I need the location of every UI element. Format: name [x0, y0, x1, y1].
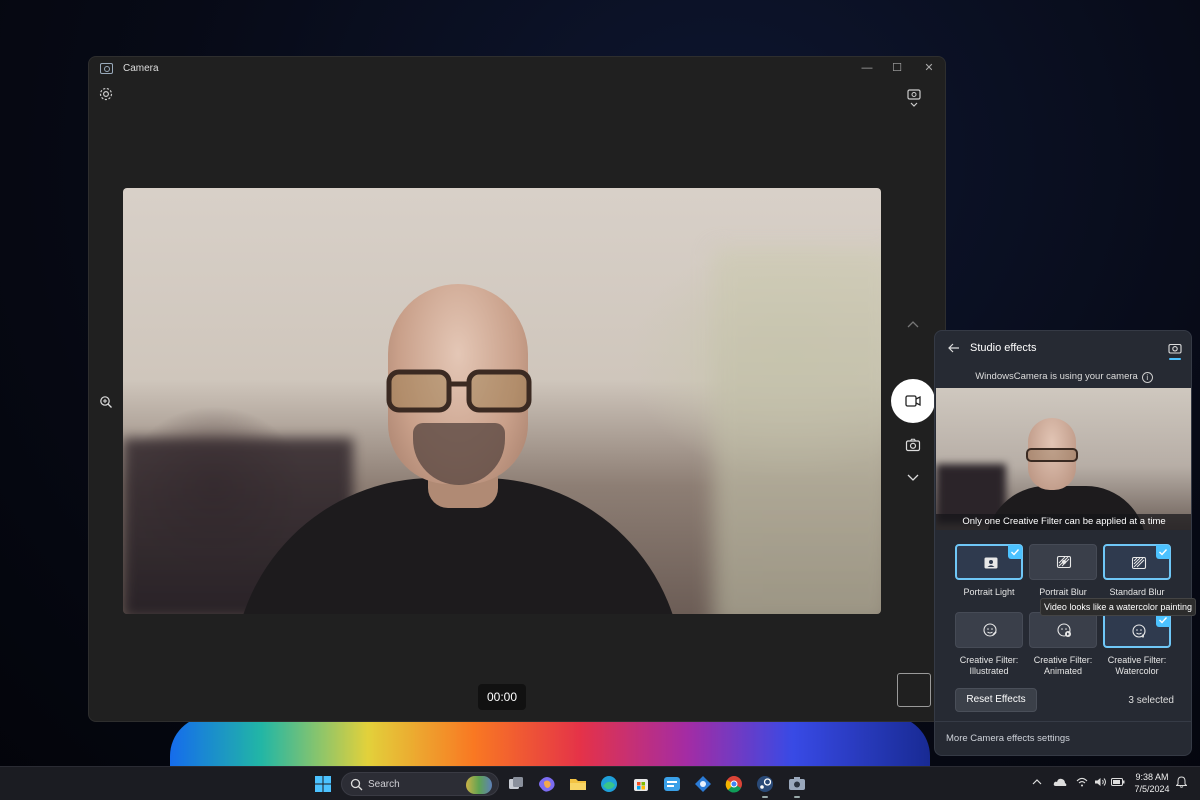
animated-label-line1: Creative Filter:	[1033, 655, 1093, 665]
standard-blur-icon	[1131, 556, 1147, 570]
watercolor-face-icon	[1132, 624, 1146, 638]
clock-time: 9:38 AM	[1135, 772, 1169, 782]
portrait-blur-icon	[1056, 555, 1072, 569]
gallery-thumbnail[interactable]	[897, 673, 931, 707]
reset-effects-button[interactable]: Reset Effects	[955, 688, 1037, 712]
file-explorer-icon[interactable]	[568, 774, 588, 794]
illustrated-label-line1: Creative Filter:	[959, 655, 1019, 665]
camera-in-use-info: WindowsCamera is using your camera i	[935, 371, 1191, 383]
video-camera-icon	[905, 395, 921, 407]
app-title: Camera	[123, 63, 159, 74]
watercolor-tooltip: Video looks like a watercolor painting	[1040, 598, 1196, 616]
app-icon-globe[interactable]	[693, 774, 713, 794]
title-bar: Camera — ☐ ✕	[89, 57, 945, 81]
effects-preview: Only one Creative Filter can be applied …	[936, 388, 1191, 530]
portrait-blur-tile[interactable]	[1029, 544, 1097, 580]
preview-caption: Only one Creative Filter can be applied …	[936, 514, 1191, 530]
steam-icon[interactable]	[755, 774, 775, 794]
preview-person-glasses	[1026, 448, 1078, 462]
back-arrow-icon[interactable]	[947, 342, 961, 354]
portrait-light-icon	[984, 557, 998, 569]
studio-effects-title: Studio effects	[970, 342, 1037, 354]
record-video-button[interactable]	[891, 379, 935, 423]
zoom-in-icon[interactable]	[99, 395, 113, 409]
microsoft-store-icon[interactable]	[631, 774, 651, 794]
creative-filter-animated-tile[interactable]	[1029, 612, 1097, 648]
running-indicator	[794, 796, 800, 798]
chrome-browser-icon[interactable]	[724, 774, 744, 794]
camera-in-use-text: WindowsCamera is using your camera	[975, 371, 1138, 382]
clock-date: 7/5/2024	[1134, 784, 1170, 794]
chevron-down-icon[interactable]	[906, 473, 920, 483]
info-icon[interactable]: i	[1141, 372, 1153, 383]
start-windows-icon[interactable]	[313, 774, 333, 794]
checkmark-icon	[1156, 545, 1170, 559]
more-camera-effects-settings-link[interactable]: More Camera effects settings	[946, 733, 1070, 744]
watercolor-label-line1: Creative Filter:	[1107, 655, 1167, 665]
studio-effects-panel: Studio effects WindowsCamera is using yo…	[934, 330, 1192, 756]
search-icon	[350, 778, 363, 791]
camera-app-icon	[100, 63, 113, 74]
search-placeholder: Search	[368, 779, 400, 790]
person-glasses	[386, 369, 532, 413]
minimize-button[interactable]: —	[859, 61, 875, 75]
camera-window: Camera — ☐ ✕ 00:00	[88, 56, 946, 722]
camera-tab-indicator	[1169, 358, 1181, 360]
chevron-up-icon[interactable]	[906, 319, 920, 329]
settings-gear-icon[interactable]	[98, 86, 114, 102]
running-indicator	[762, 796, 768, 798]
volume-icon[interactable]	[1094, 777, 1107, 787]
creative-filter-illustrated-tile[interactable]	[955, 612, 1023, 648]
taskbar-search-box[interactable]: Search	[341, 772, 499, 796]
creative-filter-watercolor-tile[interactable]	[1103, 612, 1171, 648]
animated-label-line2: Animated	[1043, 666, 1083, 676]
notification-bell-icon[interactable]	[1176, 776, 1187, 788]
chevron-up-icon[interactable]	[1031, 777, 1043, 787]
battery-icon[interactable]	[1111, 777, 1125, 787]
app-icon-blue[interactable]	[662, 774, 682, 794]
watercolor-label-line2: Watercolor	[1115, 666, 1159, 676]
standard-blur-label: Standard Blur	[1109, 587, 1165, 597]
search-highlight-icon	[466, 776, 492, 794]
animated-face-icon	[1057, 623, 1071, 637]
wifi-icon[interactable]	[1076, 777, 1088, 787]
camera-switch-icon[interactable]	[906, 88, 922, 108]
standard-blur-tile[interactable]	[1103, 544, 1171, 580]
checkmark-icon	[1008, 545, 1022, 559]
creative-filter-watercolor-label: Creative Filter: Watercolor	[1092, 655, 1182, 677]
close-button[interactable]: ✕	[921, 61, 937, 75]
portrait-light-tile[interactable]	[955, 544, 1023, 580]
edge-browser-icon[interactable]	[599, 774, 619, 794]
task-view-icon[interactable]	[506, 774, 526, 794]
camera-icon[interactable]	[1168, 342, 1182, 354]
illustrated-face-icon	[983, 623, 997, 637]
panel-divider	[935, 721, 1191, 722]
camera-video-feed	[123, 188, 881, 614]
camera-app-taskbar-icon[interactable]	[787, 774, 807, 794]
taskbar: Search 9:38 AM 7/5/2024	[0, 766, 1200, 800]
illustrated-label-line2: Illustrated	[969, 666, 1009, 676]
onedrive-icon[interactable]	[1053, 777, 1067, 787]
selected-count: 3 selected	[1128, 695, 1174, 706]
copilot-icon[interactable]	[537, 774, 557, 794]
background-blur-right	[713, 248, 881, 614]
photo-mode-icon[interactable]	[905, 438, 921, 452]
system-clock[interactable]: 9:38 AM 7/5/2024	[1130, 771, 1174, 795]
maximize-button[interactable]: ☐	[889, 61, 905, 75]
recording-timer: 00:00	[478, 684, 526, 710]
